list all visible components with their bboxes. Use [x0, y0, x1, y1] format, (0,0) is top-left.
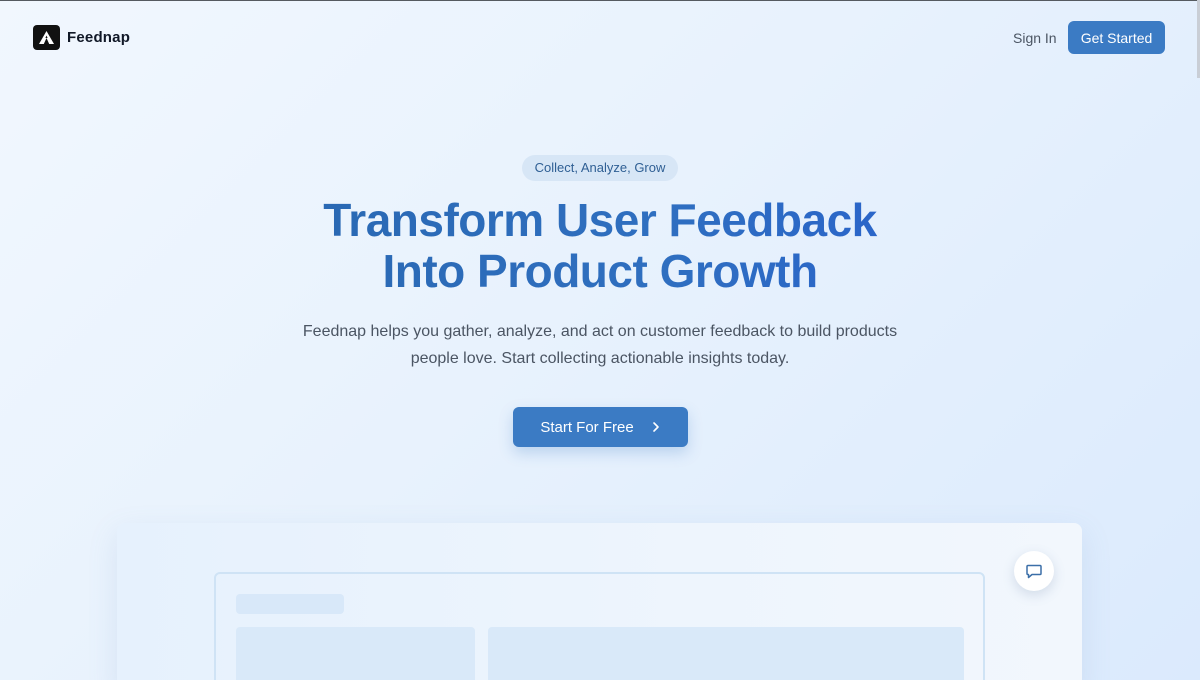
- top-nav: Feednap Sign In Get Started: [0, 0, 1200, 76]
- cta-label: Start For Free: [540, 418, 634, 436]
- hero-headline: Transform User Feedback Into Product Gro…: [0, 195, 1200, 297]
- hero-tag-badge: Collect, Analyze, Grow: [521, 155, 679, 181]
- hero-section: Collect, Analyze, Grow Transform User Fe…: [0, 155, 1200, 447]
- subtext-line-2: people love. Start collecting actionable…: [410, 350, 790, 367]
- preview-placeholder-bar: [236, 594, 344, 614]
- start-for-free-button[interactable]: Start For Free: [512, 407, 688, 447]
- get-started-button[interactable]: Get Started: [1068, 21, 1165, 54]
- preview-placeholder-left: [236, 627, 475, 680]
- chevron-right-icon: [652, 422, 659, 432]
- brand-name: Feednap: [67, 29, 131, 46]
- preview-window: [214, 572, 985, 680]
- message-square-icon: [1026, 564, 1042, 579]
- headline-line-1: Transform User Feedback: [323, 194, 877, 246]
- brand-logo[interactable]: Feednap: [33, 25, 130, 50]
- product-preview-card: [117, 523, 1082, 680]
- headline-line-2: Into Product Growth: [382, 245, 818, 297]
- triangle-logo-icon: [33, 25, 60, 50]
- hero-subtext: Feednap helps you gather, analyze, and a…: [280, 318, 920, 372]
- chat-feedback-button[interactable]: [1014, 551, 1054, 591]
- sign-in-link[interactable]: Sign In: [1013, 30, 1057, 46]
- subtext-line-1: Feednap helps you gather, analyze, and a…: [302, 323, 898, 340]
- preview-placeholder-right: [488, 627, 964, 680]
